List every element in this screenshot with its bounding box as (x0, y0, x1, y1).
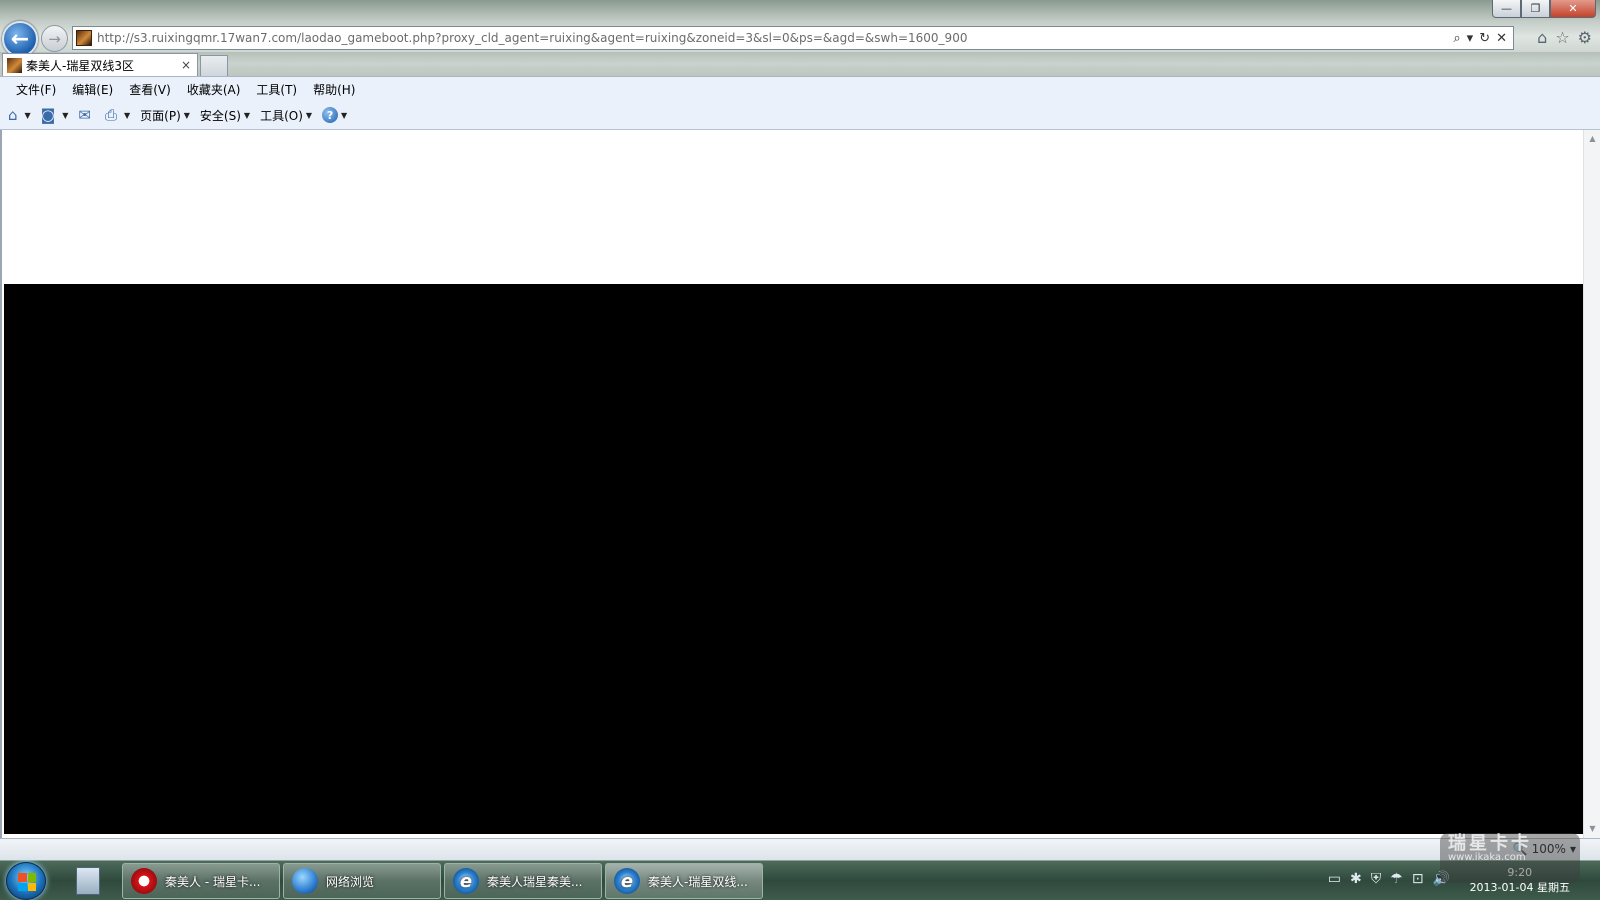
globe-icon (292, 868, 318, 894)
taskbar-item-ie-1[interactable]: e 秦美人瑞星秦美... (444, 863, 602, 899)
address-tools: ⌕ ▾ ↻ ✕ (1453, 31, 1513, 46)
menu-view[interactable]: 查看(V) (121, 81, 179, 98)
help-menu-button[interactable]: ? ▼ (322, 107, 347, 123)
status-bar: 🔍 100% ▾ (0, 838, 1600, 860)
system-tray: ▭ ✱ ⛨ ☂ ⊡ 🔊 (1328, 871, 1450, 887)
print-icon: ⎙ (104, 106, 117, 124)
back-arrow-icon: ← (10, 26, 30, 52)
scroll-down-icon[interactable]: ▼ (1584, 822, 1600, 836)
menu-edit[interactable]: 编辑(E) (64, 81, 121, 98)
mail-icon: ✉ (78, 106, 91, 124)
restore-button[interactable]: ❐ (1521, 0, 1550, 18)
taskbar: 秦美人 - 瑞星卡... 网络浏览 e 秦美人瑞星秦美... e 秦美人-瑞星双… (0, 860, 1600, 900)
windows-logo-icon (18, 873, 36, 891)
window-controls: — ❐ ✕ (1492, 0, 1596, 18)
forward-arrow-icon: → (48, 29, 61, 48)
home-icon[interactable]: ⌂ (1537, 28, 1547, 47)
chevron-down-icon[interactable]: ▼ (25, 111, 31, 120)
home-command[interactable]: ⌂ ▼ (8, 106, 31, 124)
chevron-down-icon: ▼ (341, 110, 348, 120)
watermark-brand: 瑞星卡卡 (1448, 833, 1532, 854)
safety-menu-button[interactable]: 安全(S) ▼ (200, 107, 250, 124)
home-icon: ⌂ (8, 106, 18, 124)
tab-strip: 秦美人-瑞星双线3区 × (0, 52, 1600, 76)
command-bar: ⌂ ▼ ◙ ▼ ✉ ⎙ ▼ 页面(P) ▼ 安全(S) ▼ 工具(O) ▼ ? … (0, 101, 1600, 130)
ie-icon: e (453, 868, 479, 894)
ie-icon: e (614, 868, 640, 894)
vertical-scrollbar[interactable]: ▲ ▼ (1583, 130, 1600, 838)
start-button[interactable] (6, 862, 46, 900)
taskbar-item-label: 秦美人-瑞星双线... (648, 874, 748, 889)
chevron-down-icon: ▼ (243, 110, 251, 120)
game-canvas[interactable] (4, 284, 1583, 834)
address-dropdown-icon[interactable]: ▾ (1467, 31, 1474, 46)
menu-bar: 文件(F) 编辑(E) 查看(V) 收藏夹(A) 工具(T) 帮助(H) (0, 76, 1600, 101)
tab-title: 秦美人-瑞星双线3区 (26, 58, 134, 73)
url-input[interactable]: http://s3.ruixingqmr.17wan7.com/laodao_g… (97, 31, 1453, 45)
site-favicon-icon (76, 30, 92, 46)
menu-file[interactable]: 文件(F) (8, 81, 64, 98)
tab-active[interactable]: 秦美人-瑞星双线3区 × (2, 53, 198, 76)
tab-close-icon[interactable]: × (179, 58, 193, 72)
page-menu-label: 页面(P) (140, 108, 181, 123)
safety-menu-label: 安全(S) (199, 108, 241, 123)
shield-icon[interactable]: ⛨ (1371, 871, 1382, 887)
menu-tools[interactable]: 工具(T) (248, 81, 305, 98)
rss-feed-icon: ◙ (40, 106, 56, 124)
refresh-icon[interactable]: ↻ (1479, 31, 1490, 46)
menu-favorites[interactable]: 收藏夹(A) (179, 81, 249, 98)
calculator-icon[interactable] (76, 867, 100, 895)
chevron-down-icon[interactable]: ▼ (62, 111, 68, 120)
taskbar-item-label: 网络浏览 (326, 874, 375, 889)
chevron-down-icon[interactable]: ▼ (124, 111, 130, 120)
chevron-down-icon: ▼ (183, 110, 190, 120)
page-blank-area (2, 130, 1583, 284)
watermark-site: www.ikaka.com (1448, 852, 1526, 863)
keyboard-icon[interactable]: ▭ (1328, 871, 1341, 887)
forward-button[interactable]: → (41, 25, 68, 52)
umbrella-icon[interactable]: ☂ (1390, 871, 1403, 887)
browser-right-toolbar: ⌂ ☆ ⚙ (1537, 28, 1592, 47)
tools-menu-label: 工具(O) (260, 108, 303, 123)
tools-menu-button[interactable]: 工具(O) ▼ (260, 107, 312, 124)
tab-favicon-icon (7, 57, 22, 73)
taskbar-item-browser[interactable]: 网络浏览 (283, 863, 441, 899)
opera-icon (131, 868, 157, 894)
favorites-star-icon[interactable]: ☆ (1555, 28, 1569, 47)
minimize-button[interactable]: — (1492, 0, 1521, 18)
chevron-down-icon: ▼ (305, 110, 313, 120)
bluetooth-icon[interactable]: ✱ (1350, 871, 1362, 887)
close-window-button[interactable]: ✕ (1550, 0, 1596, 18)
page-menu-button[interactable]: 页面(P) ▼ (140, 107, 190, 124)
feeds-command[interactable]: ◙ ▼ (41, 106, 69, 124)
mail-command[interactable]: ✉ (78, 106, 95, 124)
help-icon: ? (322, 107, 339, 123)
network-icon[interactable]: ⊡ (1412, 871, 1424, 887)
taskbar-item-label: 秦美人 - 瑞星卡... (165, 874, 261, 889)
menu-help[interactable]: 帮助(H) (305, 81, 363, 98)
page-viewport: ▲ ▼ (0, 130, 1600, 838)
search-icon[interactable]: ⌕ (1453, 31, 1460, 46)
taskbar-item-ie-2[interactable]: e 秦美人-瑞星双线... (605, 863, 763, 899)
print-command[interactable]: ⎙ ▼ (105, 106, 130, 124)
stop-icon[interactable]: ✕ (1496, 31, 1507, 46)
taskbar-item-label: 秦美人瑞星秦美... (487, 874, 583, 889)
new-tab-button[interactable] (200, 55, 228, 76)
address-bar[interactable]: http://s3.ruixingqmr.17wan7.com/laodao_g… (72, 26, 1514, 50)
scroll-up-icon[interactable]: ▲ (1584, 132, 1600, 146)
taskbar-item-opera[interactable]: 秦美人 - 瑞星卡... (122, 863, 280, 899)
watermark: 瑞星卡卡 www.ikaka.com (1440, 833, 1580, 883)
gear-icon[interactable]: ⚙ (1578, 28, 1592, 47)
